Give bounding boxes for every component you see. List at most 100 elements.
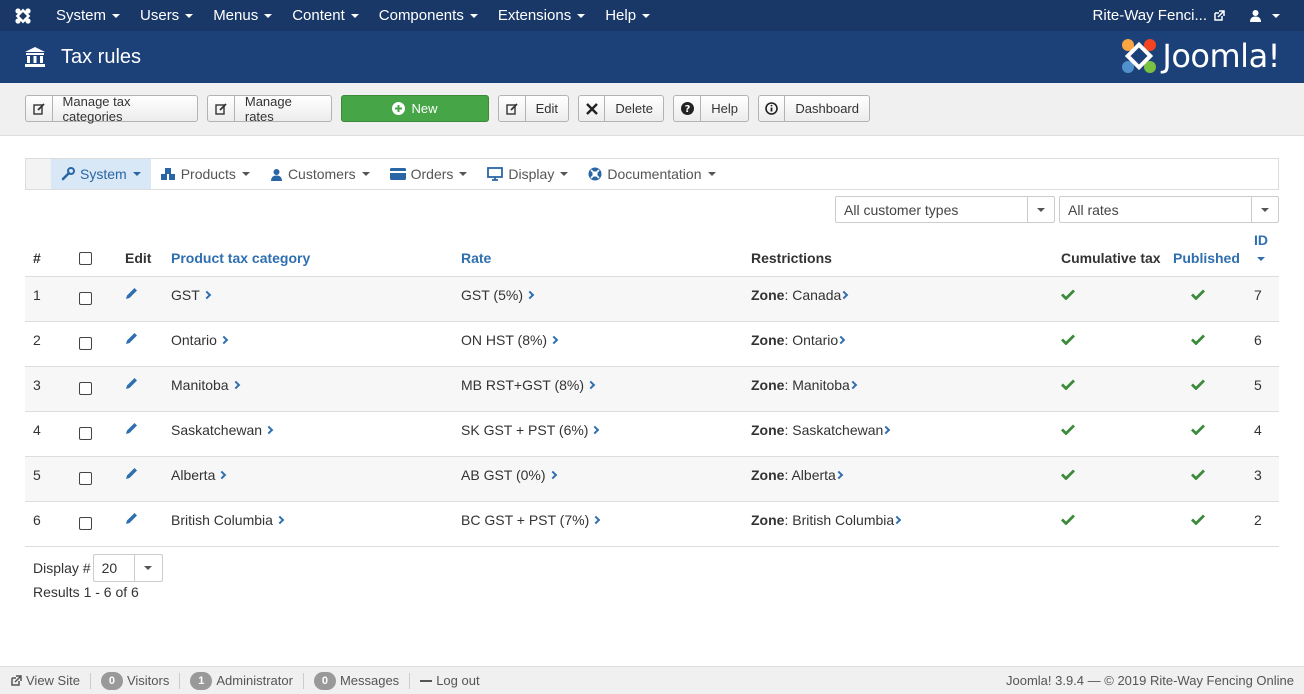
pencil-icon[interactable]	[125, 467, 138, 480]
row-checkbox[interactable]	[79, 382, 92, 396]
published-check-icon[interactable]	[1191, 514, 1205, 525]
row-restrictions[interactable]: Zone: Alberta	[743, 456, 1053, 502]
messages-status[interactable]: 0 Messages	[304, 671, 411, 690]
row-category[interactable]: Ontario	[163, 321, 453, 367]
row-checkbox[interactable]	[79, 337, 92, 351]
manage-rates-button[interactable]: Manage rates	[207, 94, 332, 124]
help-button[interactable]: ? Help	[673, 95, 749, 122]
sort-published-link[interactable]: Published	[1173, 250, 1240, 266]
new-button[interactable]: New	[341, 95, 489, 122]
menu-system[interactable]: System	[46, 0, 130, 31]
zone-label: Zone	[751, 421, 785, 438]
caret-down-icon	[642, 13, 651, 18]
check-icon	[1061, 379, 1075, 390]
delete-button[interactable]: Delete	[578, 95, 664, 122]
submenu-display[interactable]: Display	[477, 159, 578, 189]
row-checkbox[interactable]	[79, 292, 92, 306]
row-category[interactable]: Saskatchewan	[163, 411, 453, 457]
caret-down-icon	[132, 172, 141, 176]
button-label: Manage tax categories	[62, 93, 131, 124]
customer-type-filter[interactable]: All customer types	[835, 196, 1055, 223]
category-text: Alberta	[171, 466, 216, 483]
submenu-products[interactable]: Products	[151, 159, 260, 189]
edit-button[interactable]: Edit	[498, 95, 569, 122]
submenu-customers[interactable]: Customers	[260, 159, 380, 189]
row-checkbox[interactable]	[79, 472, 92, 486]
row-checkbox[interactable]	[79, 517, 92, 531]
joomla-logo-icon[interactable]	[0, 0, 46, 31]
row-rate[interactable]: ON HST (8%)	[453, 321, 743, 367]
menu-extensions[interactable]: Extensions	[488, 0, 595, 31]
pencil-icon[interactable]	[125, 512, 138, 525]
chevron-right-icon	[218, 470, 227, 480]
rate-text: GST (5%)	[461, 286, 523, 303]
row-category[interactable]: British Columbia	[163, 501, 453, 547]
published-check-icon[interactable]	[1191, 289, 1205, 300]
pencil-icon[interactable]	[125, 377, 138, 390]
row-rate[interactable]: AB GST (0%)	[453, 456, 743, 502]
row-checkbox[interactable]	[79, 427, 92, 441]
caret-down-icon	[112, 13, 121, 18]
table-row: 2 Ontario ON HST (8%) Zone: Ontario 6	[25, 321, 1279, 367]
pencil-icon[interactable]	[125, 422, 138, 435]
sort-id-link[interactable]: ID	[1254, 232, 1279, 248]
info-icon	[759, 96, 786, 121]
row-rate[interactable]: SK GST + PST (6%)	[453, 411, 743, 457]
col-category[interactable]: Product tax category	[163, 230, 453, 277]
row-rate[interactable]: GST (5%)	[453, 276, 743, 322]
site-link[interactable]: Rite-Way Fenci...	[1093, 7, 1239, 24]
row-category[interactable]: Alberta	[163, 456, 453, 502]
chevron-right-icon	[264, 425, 274, 435]
row-edit-cell	[117, 321, 163, 367]
user-menu[interactable]	[1239, 9, 1304, 22]
published-check-icon[interactable]	[1191, 334, 1205, 345]
caret-down-icon	[361, 172, 370, 176]
submenu-documentation[interactable]: Documentation	[578, 159, 725, 189]
top-navbar: System Users Menus Content Components Ex…	[0, 0, 1304, 31]
tax-rules-table: # Edit Product tax category Rate Restric…	[25, 230, 1279, 547]
dashboard-button[interactable]: Dashboard	[758, 95, 870, 122]
rate-filter[interactable]: All rates	[1059, 196, 1279, 223]
published-check-icon[interactable]	[1191, 424, 1205, 435]
col-rate[interactable]: Rate	[453, 230, 743, 277]
manage-tax-categories-button[interactable]: Manage tax categories	[25, 93, 198, 124]
col-id[interactable]: ID	[1246, 230, 1279, 277]
sort-category-link[interactable]: Product tax category	[171, 250, 310, 266]
pencil-icon[interactable]	[125, 332, 138, 345]
row-restrictions[interactable]: Zone: Canada	[743, 276, 1053, 322]
view-site-link[interactable]: View Site	[0, 672, 91, 689]
row-restrictions[interactable]: Zone: Saskatchewan	[743, 411, 1053, 457]
menu-label: Components	[378, 7, 464, 24]
menu-help[interactable]: Help	[595, 0, 660, 31]
display-limit-select[interactable]: 20	[92, 554, 163, 582]
submenu-orders[interactable]: Orders	[380, 159, 478, 189]
row-restrictions[interactable]: Zone: British Columbia	[743, 501, 1053, 547]
row-restrictions[interactable]: Zone: Ontario	[743, 321, 1053, 367]
published-check-icon[interactable]	[1191, 379, 1205, 390]
check-icon	[1061, 334, 1075, 345]
row-category[interactable]: GST	[163, 276, 453, 322]
sort-rate-link[interactable]: Rate	[461, 250, 491, 266]
chevron-right-icon	[275, 515, 285, 525]
pencil-icon[interactable]	[125, 287, 138, 300]
menu-menus[interactable]: Menus	[203, 0, 282, 31]
row-rate[interactable]: MB RST+GST (8%)	[453, 366, 743, 412]
menu-users[interactable]: Users	[130, 0, 203, 31]
menu-components[interactable]: Components	[369, 0, 488, 31]
row-rate[interactable]: BC GST + PST (7%)	[453, 501, 743, 547]
menu-content[interactable]: Content	[282, 0, 369, 31]
published-check-icon[interactable]	[1191, 469, 1205, 480]
row-restrictions[interactable]: Zone: Manitoba	[743, 366, 1053, 412]
col-cumulative: Cumulative tax	[1053, 230, 1165, 277]
select-all-checkbox[interactable]	[79, 252, 92, 266]
logout-link[interactable]: Log out	[410, 673, 489, 689]
submenu-system[interactable]: System	[51, 159, 151, 189]
chevron-right-icon	[231, 380, 240, 390]
display-label: Display #	[33, 560, 91, 576]
zone-value: Canada	[792, 286, 842, 303]
row-category[interactable]: Manitoba	[163, 366, 453, 412]
zone-label: Zone	[751, 376, 785, 393]
chevron-right-icon	[548, 470, 557, 480]
col-published[interactable]: Published	[1165, 230, 1246, 277]
col-edit: Edit	[117, 230, 163, 277]
